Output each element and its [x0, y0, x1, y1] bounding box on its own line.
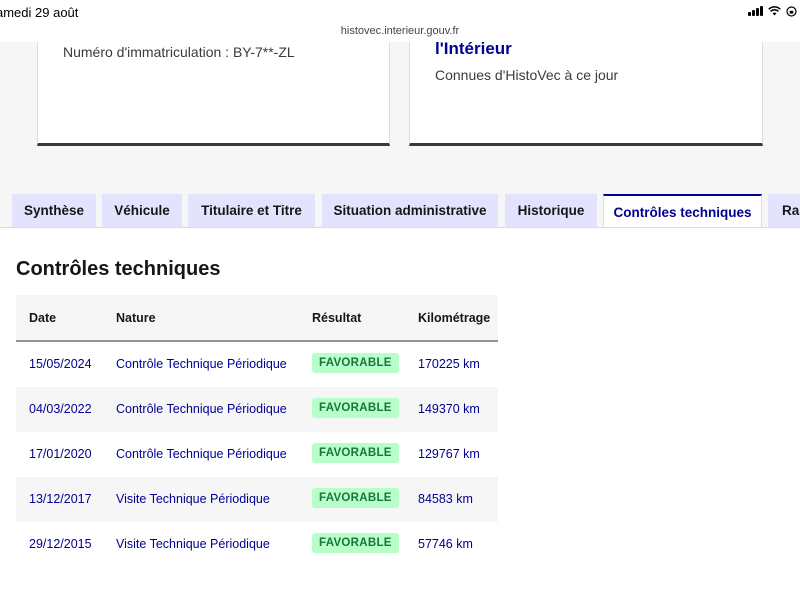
summary-cards: Numéro d'immatriculation : BY-7**-ZL l'I…: [0, 39, 800, 194]
header-date: Date: [29, 311, 57, 325]
status-badge: FAVORABLE: [312, 488, 399, 508]
wifi-icon: [767, 6, 781, 16]
tab-rapport[interactable]: Rap: [768, 194, 800, 227]
address-bar[interactable]: histovec.interieur.gouv.fr: [0, 25, 800, 37]
status-icons: 25: [747, 5, 800, 17]
tab-situation-administrative[interactable]: Situation administrative: [322, 194, 498, 227]
status-badge: FAVORABLE: [312, 533, 399, 553]
status-badge: FAVORABLE: [312, 398, 399, 418]
tab-panel: Contrôles techniques Date Nature Résulta…: [0, 227, 800, 600]
tab-historique[interactable]: Historique: [505, 194, 597, 227]
cell-km: 170225 km: [418, 357, 480, 371]
signal-icon: [747, 6, 763, 16]
tab-controles-techniques[interactable]: Contrôles techniques: [603, 194, 762, 228]
header-km: Kilométrage: [418, 311, 491, 325]
header-result: Résultat: [312, 311, 362, 325]
table-row: 15/05/2024 Contrôle Technique Périodique…: [16, 342, 498, 387]
tab-vehicule[interactable]: Véhicule: [102, 194, 182, 227]
table-row: 04/03/2022 Contrôle Technique Périodique…: [16, 387, 498, 432]
page-title: Contrôles techniques: [16, 258, 221, 280]
cell-nature: Contrôle Technique Périodique: [116, 402, 287, 416]
cell-date: 29/12/2015: [29, 537, 92, 551]
ministry-subtitle: Connues d'HistoVec à ce jour: [435, 67, 619, 83]
orientation-lock-icon: [786, 5, 797, 17]
tab-bar: Synthèse Véhicule Titulaire et Titre Sit…: [0, 194, 800, 228]
table-row: 13/12/2017 Visite Technique Périodique F…: [16, 477, 498, 522]
status-badge: FAVORABLE: [312, 353, 399, 373]
cell-km: 149370 km: [418, 402, 480, 416]
status-badge: FAVORABLE: [312, 443, 399, 463]
tab-titulaire-titre[interactable]: Titulaire et Titre: [188, 194, 315, 227]
cell-nature: Visite Technique Périodique: [116, 537, 270, 551]
tab-synthese[interactable]: Synthèse: [12, 194, 96, 227]
cell-nature: Contrôle Technique Périodique: [116, 447, 287, 461]
cell-date: 04/03/2022: [29, 402, 92, 416]
status-bar: amedi 29 août 25: [0, 0, 800, 24]
inspections-table: Date Nature Résultat Kilométrage 15/05/2…: [16, 295, 498, 567]
plate-number-text: Numéro d'immatriculation : BY-7**-ZL: [63, 44, 295, 60]
plate-card: Numéro d'immatriculation : BY-7**-ZL: [37, 42, 390, 146]
cell-km: 57746 km: [418, 537, 473, 551]
ministry-card: l'Intérieur Connues d'HistoVec à ce jour: [409, 39, 763, 146]
cell-km: 84583 km: [418, 492, 473, 506]
table-row: 17/01/2020 Contrôle Technique Périodique…: [16, 432, 498, 477]
cell-nature: Visite Technique Périodique: [116, 492, 270, 506]
ministry-title: l'Intérieur: [435, 39, 512, 58]
table-header: Date Nature Résultat Kilométrage: [16, 295, 498, 342]
cell-date: 15/05/2024: [29, 357, 92, 371]
cell-km: 129767 km: [418, 447, 480, 461]
cell-nature: Contrôle Technique Périodique: [116, 357, 287, 371]
table-row: 29/12/2015 Visite Technique Périodique F…: [16, 522, 498, 567]
status-time: amedi 29 août: [0, 5, 79, 20]
header-nature: Nature: [116, 311, 156, 325]
cell-date: 17/01/2020: [29, 447, 92, 461]
cell-date: 13/12/2017: [29, 492, 92, 506]
